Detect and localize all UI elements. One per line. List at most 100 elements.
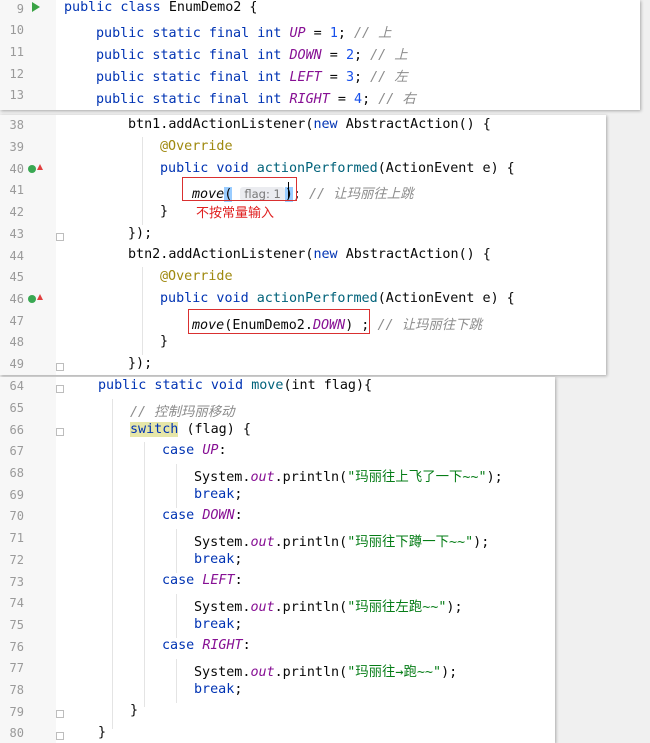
- fold-icon[interactable]: [56, 732, 64, 740]
- code-line-listener[interactable]: btn2.addActionListener(new AbstractActio…: [128, 247, 491, 262]
- code-line-constant[interactable]: public static final int UP = 1; // 上: [96, 21, 392, 41]
- line-number: 49: [9, 357, 24, 371]
- indent-guide: [176, 464, 177, 508]
- constant-comment: // 上: [354, 26, 392, 41]
- code-line-println[interactable]: System.out.println("玛丽往下蹲一下~~");: [194, 530, 489, 550]
- code-line-break[interactable]: break;: [194, 617, 242, 632]
- fold-icon[interactable]: [56, 428, 64, 436]
- constant-value: 2: [345, 48, 354, 63]
- code-line-override[interactable]: @Override: [160, 139, 233, 154]
- line-number: 65: [9, 401, 24, 415]
- code-line-override[interactable]: @Override: [160, 269, 233, 284]
- code-line-case[interactable]: case RIGHT:: [162, 638, 251, 653]
- line-number: 75: [9, 618, 24, 632]
- line-number: 68: [9, 466, 24, 480]
- line-number: 13: [9, 88, 24, 102]
- line-number: 67: [9, 444, 24, 458]
- line-number: 39: [9, 140, 24, 154]
- override-arrow-icon: [37, 294, 43, 300]
- fold-icon[interactable]: [56, 233, 64, 241]
- line-number: 74: [9, 596, 24, 610]
- code-line[interactable]: }: [130, 703, 138, 718]
- code-line-println[interactable]: System.out.println("玛丽往→跑~~");: [194, 660, 457, 680]
- line-number: 79: [9, 705, 24, 719]
- fold-icon[interactable]: [56, 710, 64, 718]
- constant-comment: // 左: [370, 70, 408, 85]
- code-line-case[interactable]: case UP:: [162, 443, 227, 458]
- constant-name: UP: [289, 26, 306, 41]
- code-panel-listeners: 38 39 40 41 42 43 44 45 46 47 48 49 btn1…: [0, 115, 606, 375]
- code-line[interactable]: });: [128, 356, 152, 371]
- line-number: 41: [9, 183, 24, 197]
- line-number: 42: [9, 205, 24, 219]
- run-class-icon[interactable]: [32, 2, 40, 12]
- code-line-case[interactable]: case LEFT:: [162, 573, 243, 588]
- constant-comment: // 上: [370, 48, 408, 63]
- line-number: 12: [9, 67, 24, 81]
- code-line-case[interactable]: case DOWN:: [162, 508, 243, 523]
- line-number: 78: [9, 683, 24, 697]
- line-number: 10: [9, 23, 24, 37]
- constant-value: 4: [354, 92, 363, 107]
- constant-name: LEFT: [289, 70, 322, 85]
- annotation-note: 不按常量输入: [196, 206, 275, 221]
- override-gutter-icon[interactable]: [28, 295, 36, 303]
- fold-icon[interactable]: [56, 363, 64, 371]
- code-line-break[interactable]: break;: [194, 552, 242, 567]
- code-line-println[interactable]: System.out.println("玛丽往左跑~~");: [194, 595, 463, 615]
- code-line-println[interactable]: System.out.println("玛丽往上飞了一下~~");: [194, 465, 503, 485]
- line-number: 69: [9, 488, 24, 502]
- code-line-class-decl[interactable]: public class EnumDemo2 {: [64, 0, 258, 15]
- indent-guide: [176, 529, 177, 573]
- code-line-method[interactable]: public void actionPerformed(ActionEvent …: [160, 161, 515, 176]
- code-line-listener[interactable]: btn1.addActionListener(new AbstractActio…: [128, 117, 491, 132]
- code-line-break[interactable]: break;: [194, 487, 242, 502]
- line-number: 71: [9, 531, 24, 545]
- code-line-constant[interactable]: public static final int DOWN = 2; // 上: [96, 43, 408, 63]
- line-number: 38: [9, 118, 24, 132]
- line-number: 80: [9, 726, 24, 740]
- indent-guide: [144, 442, 145, 707]
- line-number: 9: [16, 2, 24, 16]
- code-panel-constants: 9 10 11 12 13 public class EnumDemo2 { p…: [0, 0, 640, 110]
- line-number: 72: [9, 553, 24, 567]
- line-number: 73: [9, 575, 24, 589]
- line-number: 11: [9, 45, 24, 59]
- code-line-method[interactable]: public void actionPerformed(ActionEvent …: [160, 291, 515, 306]
- code-line[interactable]: });: [128, 226, 152, 241]
- line-number: 77: [9, 661, 24, 675]
- override-gutter-icon[interactable]: [28, 165, 36, 173]
- constant-value: 3: [345, 70, 354, 85]
- constant-comment: // 右: [378, 92, 416, 107]
- indent-guide: [176, 594, 177, 638]
- code-line-method-decl[interactable]: public static void move(int flag){: [98, 378, 372, 393]
- highlight-box: [182, 177, 297, 201]
- indent-guide: [176, 659, 177, 703]
- line-number: 43: [9, 227, 24, 241]
- line-number: 76: [9, 640, 24, 654]
- code-line-switch[interactable]: switch (flag) {: [130, 422, 251, 437]
- constant-name: RIGHT: [289, 92, 330, 107]
- code-line-constant[interactable]: public static final int LEFT = 3; // 左: [96, 65, 408, 85]
- line-number: 64: [9, 379, 24, 393]
- class-name: EnumDemo2: [168, 0, 242, 15]
- line-number: 47: [9, 314, 24, 328]
- code-line-constant[interactable]: public static final int RIGHT = 4; // 右: [96, 87, 416, 107]
- indent-guide: [142, 137, 143, 225]
- constant-name: DOWN: [289, 48, 322, 63]
- line-number: 45: [9, 270, 24, 284]
- code-panel-move-method: 64 65 66 67 68 69 70 71 72 73 74 75 76 7…: [0, 377, 555, 743]
- code-line-break[interactable]: break;: [194, 682, 242, 697]
- constant-value: 1: [329, 26, 338, 41]
- indent-guide: [142, 267, 143, 355]
- fold-icon[interactable]: [56, 385, 64, 393]
- code-line[interactable]: }: [160, 334, 168, 349]
- code-line[interactable]: }: [160, 204, 168, 219]
- code-line-comment[interactable]: // 控制玛丽移动: [130, 400, 235, 420]
- line-number: 44: [9, 249, 24, 263]
- line-number: 66: [9, 423, 24, 437]
- indent-guide: [112, 399, 113, 729]
- line-number: 40: [9, 162, 24, 176]
- line-number: 70: [9, 509, 24, 523]
- code-line[interactable]: }: [98, 725, 106, 740]
